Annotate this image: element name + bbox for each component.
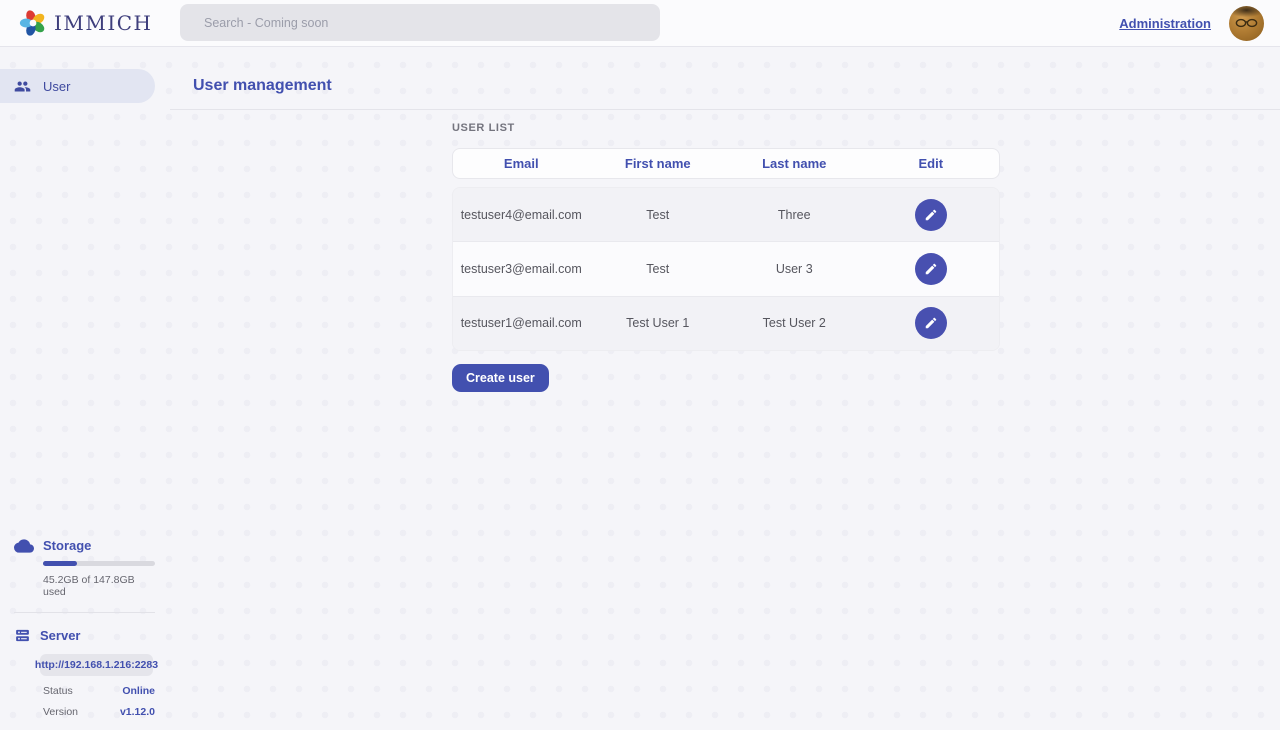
immich-logo[interactable]: IMMICH <box>0 8 153 38</box>
cell-email: testuser1@email.com <box>453 316 590 330</box>
storage-usage-text: 45.2GB of 147.8GB used <box>43 574 155 598</box>
column-header-edit: Edit <box>863 156 1000 171</box>
server-url-badge: http://192.168.1.216:2283 <box>40 654 153 676</box>
storage-progress-track <box>43 561 155 566</box>
search-input[interactable] <box>180 4 660 41</box>
table-row: testuser1@email.com Test User 1 Test Use… <box>453 296 999 350</box>
cell-email: testuser3@email.com <box>453 262 590 276</box>
glasses-icon <box>1235 17 1259 29</box>
user-list-label: USER LIST <box>452 122 1280 134</box>
sidebar-item-user-label: User <box>43 79 70 94</box>
sidebar-item-user[interactable]: User <box>0 69 155 103</box>
sidebar-status-panel: Storage 45.2GB of 147.8GB used Server ht… <box>0 538 155 718</box>
cell-last-name: Three <box>726 208 863 222</box>
storage-title: Storage <box>43 538 91 553</box>
storage-header: Storage <box>0 538 155 553</box>
search-bar[interactable] <box>180 4 660 41</box>
pencil-icon <box>924 208 938 222</box>
cell-first-name: Test <box>590 208 727 222</box>
edit-user-button[interactable] <box>915 253 947 285</box>
main-content: User management USER LIST Email First na… <box>170 47 1280 730</box>
edit-user-button[interactable] <box>915 307 947 339</box>
server-status-row: Status Online <box>43 685 155 697</box>
storage-progress-fill <box>43 561 77 566</box>
server-title: Server <box>40 628 80 643</box>
version-label: Version <box>43 706 78 718</box>
sidebar: User Storage 45.2GB of 147.8GB used <box>0 47 170 730</box>
top-bar: IMMICH Administration <box>0 0 1280 47</box>
column-header-email: Email <box>453 156 590 171</box>
pencil-icon <box>924 316 938 330</box>
cloud-icon <box>14 539 34 553</box>
column-header-first-name: First name <box>590 156 727 171</box>
column-header-last-name: Last name <box>726 156 863 171</box>
cell-last-name: Test User 2 <box>726 316 863 330</box>
create-user-button[interactable]: Create user <box>452 364 549 392</box>
immich-flower-icon <box>18 8 48 38</box>
server-header: Server <box>0 627 155 644</box>
server-version-row: Version v1.12.0 <box>43 706 155 718</box>
status-label: Status <box>43 685 73 697</box>
page-title: User management <box>170 47 1280 95</box>
server-icon <box>14 627 31 644</box>
status-value: Online <box>122 685 155 697</box>
version-value: v1.12.0 <box>120 706 155 718</box>
pencil-icon <box>924 262 938 276</box>
user-table: testuser4@email.com Test Three testuser3… <box>452 187 1000 351</box>
table-row: testuser3@email.com Test User 3 <box>453 241 999 295</box>
sidebar-divider <box>14 612 155 613</box>
cell-last-name: User 3 <box>726 262 863 276</box>
brand-name: IMMICH <box>54 11 153 35</box>
cell-first-name: Test <box>590 262 727 276</box>
cell-first-name: Test User 1 <box>590 316 727 330</box>
user-avatar[interactable] <box>1229 6 1264 41</box>
edit-user-button[interactable] <box>915 199 947 231</box>
administration-link[interactable]: Administration <box>1119 16 1211 31</box>
cell-email: testuser4@email.com <box>453 208 590 222</box>
user-table-header: Email First name Last name Edit <box>452 148 1000 179</box>
users-icon <box>14 78 31 95</box>
table-row: testuser4@email.com Test Three <box>453 188 999 241</box>
